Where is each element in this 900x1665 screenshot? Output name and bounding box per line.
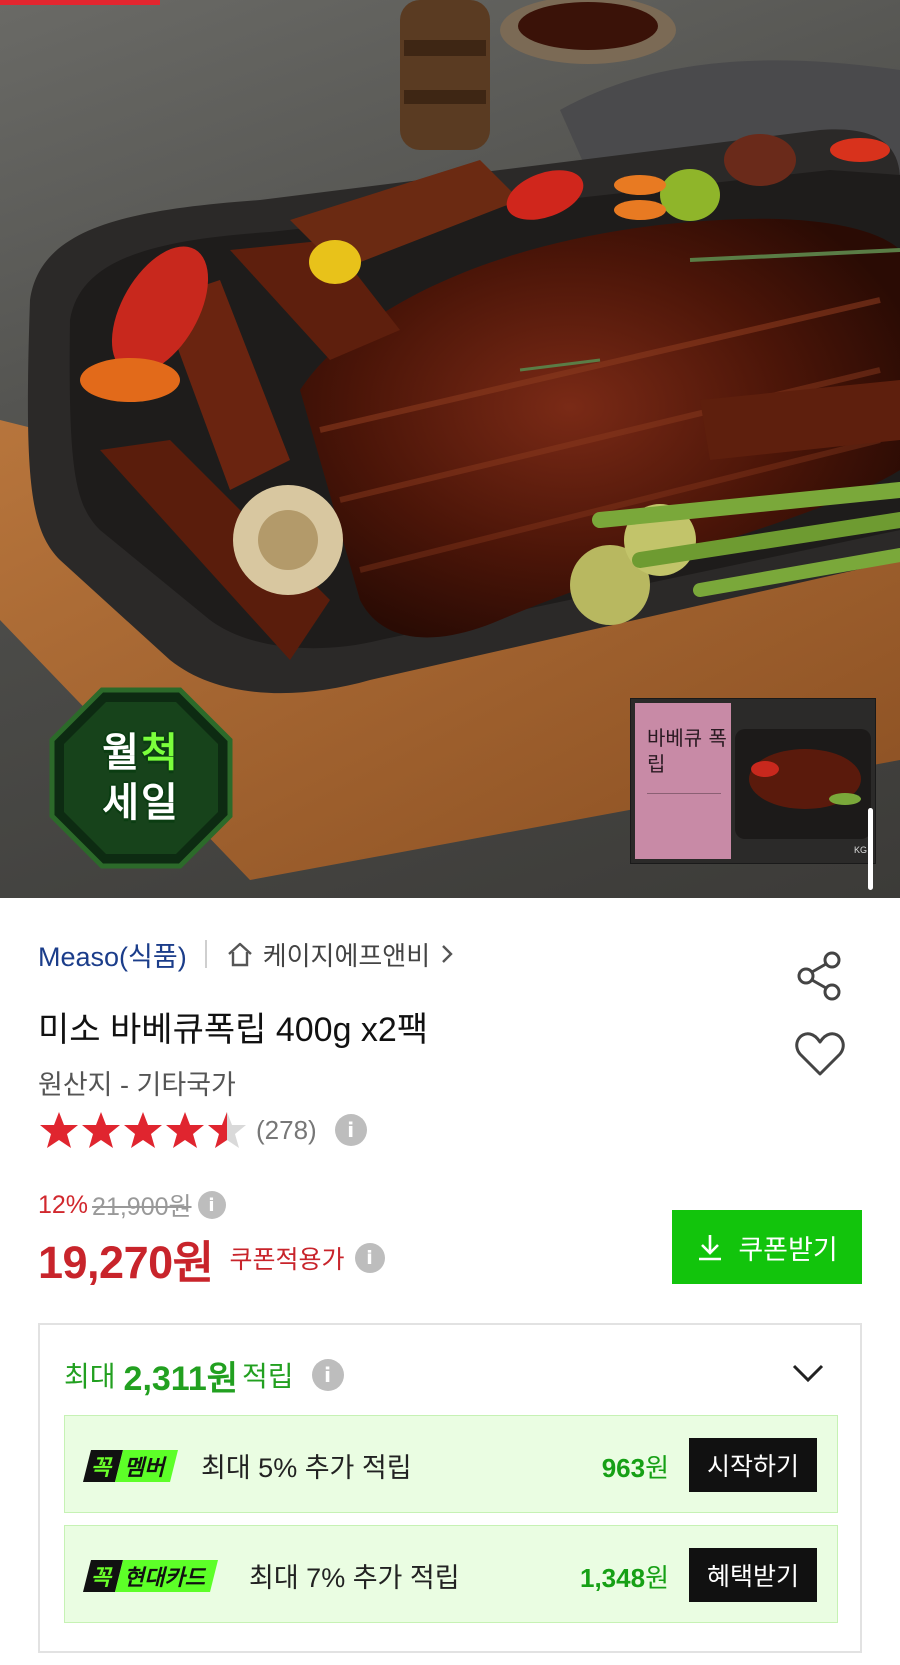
- badge-name: 멤버: [115, 1450, 178, 1482]
- monthly-sale-badge: 월척 세일: [48, 686, 234, 870]
- original-price: 21,900원: [92, 1193, 192, 1221]
- member-badge: 꼭 멤버: [83, 1450, 178, 1482]
- offer-description: 최대 5% 추가 적립: [201, 1453, 412, 1483]
- offer-description: 최대 7% 추가 적립: [249, 1563, 460, 1593]
- top-accent-bar: [0, 0, 160, 5]
- chevron-right-icon: [442, 945, 453, 963]
- half-star-icon: [208, 1112, 246, 1148]
- get-coupon-button[interactable]: 쿠폰받기: [672, 1210, 862, 1284]
- member-reward-offer: 꼭 멤버 최대 5% 추가 적립 963원 시작하기: [64, 1415, 838, 1513]
- product-title: 미소 바베큐폭립 400g x2팩: [38, 1011, 429, 1049]
- badge-name: 현대카드: [115, 1560, 219, 1592]
- offer-points-unit: 원: [645, 1453, 669, 1483]
- rewards-header[interactable]: 최대 2,311원 적립 i: [64, 1353, 344, 1398]
- offer-points-value: 963: [601, 1453, 646, 1483]
- info-icon[interactable]: i: [334, 1114, 367, 1146]
- review-count[interactable]: (278): [256, 1115, 317, 1146]
- start-button[interactable]: 시작하기: [689, 1438, 817, 1492]
- heart-icon[interactable]: [794, 1030, 846, 1078]
- product-package-thumbnail: 바베큐 폭립 KG: [630, 698, 876, 864]
- product-hero-image[interactable]: 월척 세일 바베큐 폭립 KG: [0, 0, 900, 898]
- get-benefit-button[interactable]: 혜택받기: [689, 1548, 817, 1602]
- coupon-price-label: 쿠폰적용가: [229, 1246, 345, 1274]
- star-icon: [124, 1112, 162, 1148]
- rewards-max-amount: 2,311원: [123, 1359, 239, 1398]
- package-subtext-lines: [647, 793, 721, 821]
- badge-text-highlight: 척: [141, 730, 180, 776]
- rewards-prefix: 최대: [64, 1361, 116, 1392]
- star-icon: [82, 1112, 120, 1148]
- package-label: 바베큐 폭립: [635, 703, 731, 859]
- get-coupon-label: 쿠폰받기: [738, 1234, 838, 1265]
- rewards-suffix: 적립: [242, 1361, 294, 1392]
- offer-points-value: 1,348: [580, 1563, 646, 1593]
- rewards-panel: 최대 2,311원 적립 i 꼭 멤버 최대 5% 추가 적립 963원 시작하…: [38, 1323, 862, 1653]
- info-icon[interactable]: i: [197, 1191, 226, 1219]
- offer-points: 963원: [602, 1448, 669, 1485]
- discount-rate: 12%: [38, 1190, 89, 1219]
- hyundai-card-badge: 꼭 현대카드: [83, 1560, 219, 1592]
- image-scroll-indicator: [868, 808, 873, 890]
- chevron-down-icon[interactable]: [790, 1361, 826, 1385]
- divider: [204, 940, 207, 968]
- seller-store-link[interactable]: 케이지에프앤비: [263, 936, 430, 973]
- product-origin: 원산지 - 기타국가: [38, 1070, 236, 1100]
- offer-points: 1,348원: [580, 1558, 669, 1595]
- badge-text-2: 세일: [102, 780, 180, 826]
- info-icon[interactable]: i: [354, 1243, 385, 1273]
- star-icon: [40, 1112, 78, 1148]
- star-rating: [38, 1110, 248, 1150]
- brand-row: Measo(식품) 케이지에프앤비: [38, 934, 454, 974]
- package-title: 바베큐 폭립: [647, 726, 727, 776]
- package-brand-mark: KG: [853, 845, 867, 855]
- star-icon: [166, 1112, 204, 1148]
- info-icon[interactable]: i: [311, 1359, 344, 1391]
- sale-price: 19,270원: [38, 1236, 214, 1288]
- offer-points-unit: 원: [645, 1563, 669, 1593]
- brand-link[interactable]: Measo(식품): [38, 935, 187, 974]
- home-icon: [227, 942, 252, 967]
- badge-text-1: 월: [102, 730, 141, 776]
- download-icon: [699, 1235, 722, 1261]
- hyundai-card-reward-offer: 꼭 현대카드 최대 7% 추가 적립 1,348원 혜택받기: [64, 1525, 838, 1623]
- rating-row[interactable]: (278) i: [38, 1110, 367, 1150]
- package-food-photo: [735, 729, 871, 839]
- share-icon[interactable]: [794, 950, 846, 1002]
- discount-row: 12% 21,900원 i: [38, 1188, 226, 1222]
- price-row: 19,270원 쿠폰적용가 i: [38, 1230, 385, 1288]
